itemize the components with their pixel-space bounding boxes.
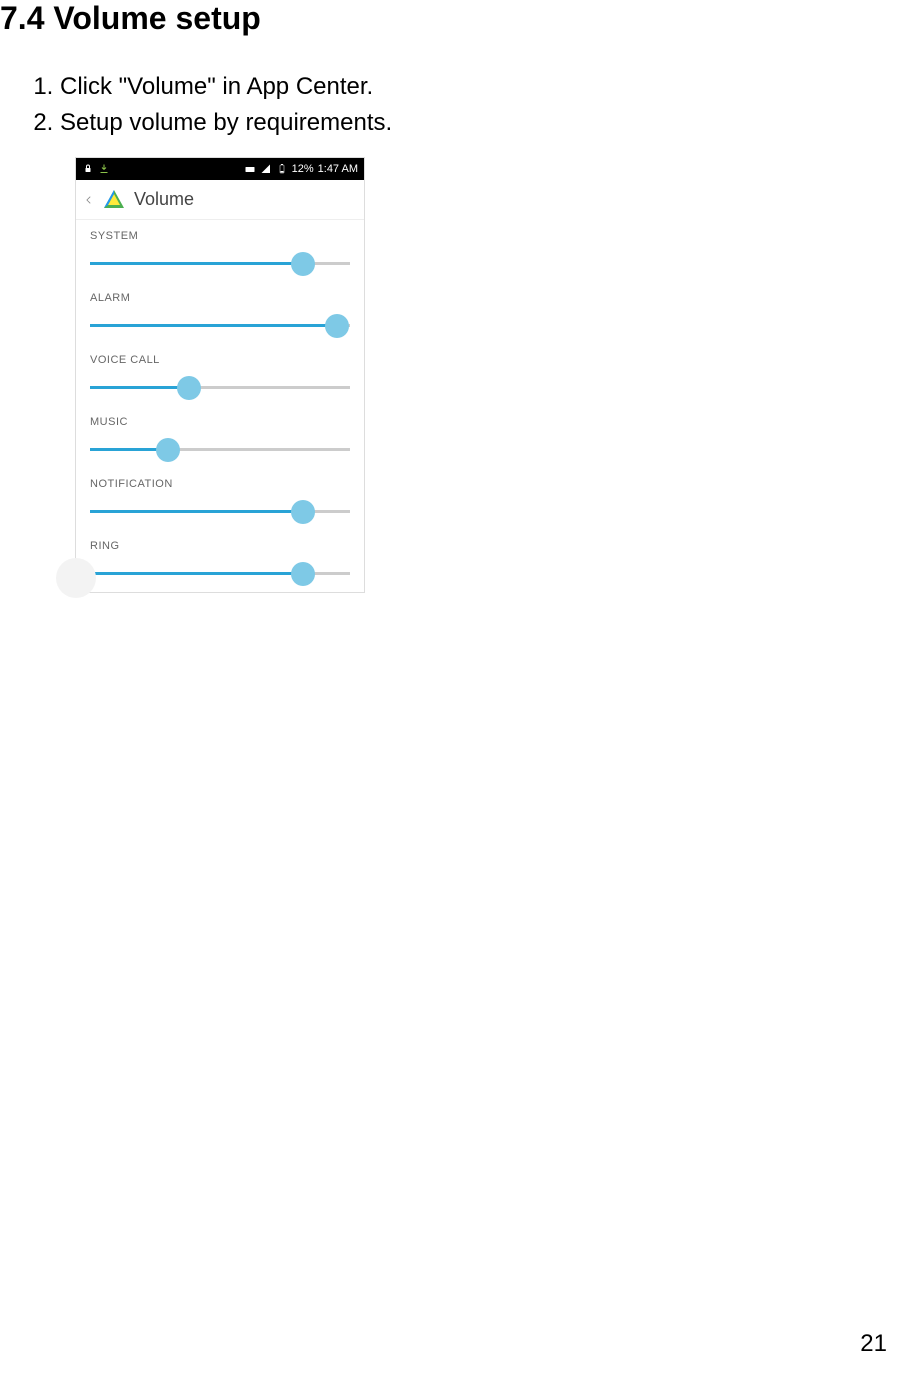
volume-slider-group: SYSTEM — [76, 220, 364, 282]
volume-slider-group: NOTIFICATION — [76, 468, 364, 530]
slider-thumb[interactable] — [177, 376, 201, 400]
steps-list: Click "Volume" in App Center. Setup volu… — [0, 69, 897, 141]
app-header: Volume — [76, 180, 364, 220]
volume-slider-group: VOICE CALL — [76, 344, 364, 406]
slider-fill — [90, 572, 303, 575]
section-heading: 7.4 Volume setup — [0, 0, 897, 69]
slider-label: ALARM — [90, 292, 350, 304]
signal-icon — [260, 163, 272, 175]
volume-slider-group: RING — [76, 530, 364, 592]
clock: 1:47 AM — [318, 163, 358, 175]
download-icon — [98, 163, 110, 175]
slider-fill — [90, 510, 303, 513]
battery-percent: 12% — [292, 163, 314, 175]
slider-thumb[interactable] — [291, 562, 315, 586]
keyboard-icon — [244, 163, 256, 175]
volume-slider-group: MUSIC — [76, 406, 364, 468]
slider-track[interactable] — [90, 372, 350, 402]
slider-thumb[interactable] — [291, 500, 315, 524]
slider-fill — [90, 262, 303, 265]
slider-label: VOICE CALL — [90, 354, 350, 366]
lock-icon — [82, 163, 94, 175]
app-title: Volume — [134, 189, 194, 210]
battery-icon — [276, 163, 288, 175]
slider-label: RING — [90, 540, 350, 552]
floating-circle — [56, 558, 96, 598]
page-number: 21 — [860, 1330, 887, 1358]
slider-fill — [90, 386, 189, 389]
slider-track[interactable] — [90, 310, 350, 340]
step-item: Setup volume by requirements. — [60, 105, 897, 141]
status-right: 12% 1:47 AM — [244, 163, 358, 175]
slider-thumb[interactable] — [156, 438, 180, 462]
back-icon[interactable] — [84, 192, 94, 208]
slider-thumb[interactable] — [325, 314, 349, 338]
slider-label: MUSIC — [90, 416, 350, 428]
slider-fill — [90, 324, 337, 327]
slider-thumb[interactable] — [291, 252, 315, 276]
slider-track[interactable] — [90, 558, 350, 588]
slider-track[interactable] — [90, 248, 350, 278]
volume-app-icon — [102, 188, 126, 212]
slider-track[interactable] — [90, 496, 350, 526]
slider-label: SYSTEM — [90, 230, 350, 242]
slider-track[interactable] — [90, 434, 350, 464]
step-item: Click "Volume" in App Center. — [60, 69, 897, 105]
slider-label: NOTIFICATION — [90, 478, 350, 490]
status-left — [82, 163, 110, 175]
sliders-container: SYSTEM ALARM VOICE CALL MUSIC NOTIFICATION RI… — [76, 220, 364, 592]
volume-slider-group: ALARM — [76, 282, 364, 344]
status-bar: 12% 1:47 AM — [76, 158, 364, 180]
screenshot: 12% 1:47 AM Volume SYSTEM ALARM VOICE CALL… — [75, 157, 365, 593]
